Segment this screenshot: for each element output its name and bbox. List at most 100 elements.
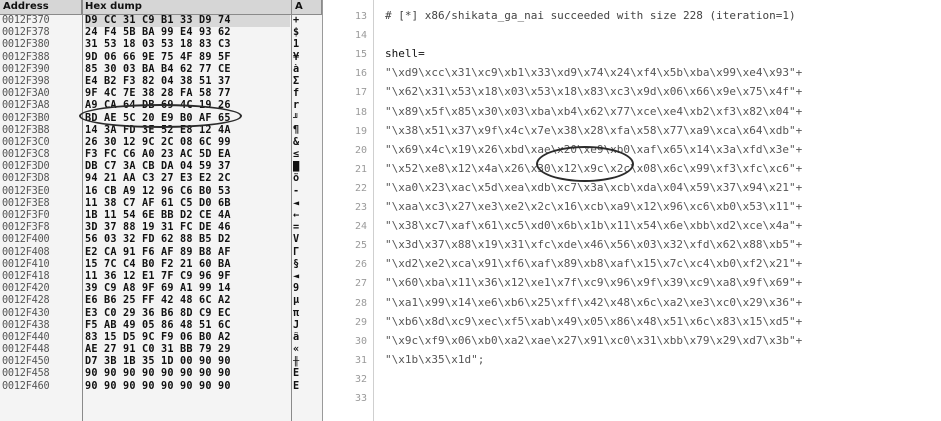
hex-dump-row[interactable]: 0012F390 85 30 03 BA B4 62 77 CE à — [0, 64, 322, 76]
row-ascii: Γ — [293, 246, 300, 258]
row-ascii: r — [293, 100, 300, 112]
line-number: 22 — [354, 182, 367, 194]
code-line[interactable]: shell= — [385, 47, 939, 60]
row-address: 0012F418 — [2, 270, 50, 282]
line-number: 17 — [354, 87, 367, 99]
code-line[interactable]: "\x60\xba\x11\x36\x12\xe1\x7f\xc9\x96\x9… — [385, 276, 939, 289]
hex-dump-row[interactable]: 0012F388 9D 06 66 9E 75 4F 89 5F ¥ — [0, 52, 322, 64]
row-hex-bytes: 1B 11 54 6E BB D2 CE 4A — [85, 210, 231, 221]
row-hex-bytes: 94 21 AA C3 27 E3 E2 2C — [85, 173, 231, 185]
row-address: 0012F3A8 — [2, 100, 50, 112]
line-number-gutter: 13 14 15 16 17 18 19 20 21 22 23 24 25 26 27 28 29 30 31 32… — [327, 0, 374, 421]
hex-dump-row[interactable]: 0012F448 AE 27 91 C0 31 BB 79 29 « — [0, 344, 322, 356]
line-number: 33 — [354, 393, 367, 404]
row-address: 0012F438 — [2, 319, 50, 331]
hex-dump-row[interactable]: 0012F3F8 3D 37 88 19 31 FC DE 46 = — [0, 222, 322, 234]
line-number: 23 — [354, 202, 367, 213]
row-hex-bytes: 90 90 90 90 90 90 90 90 — [85, 368, 231, 380]
hex-dump-row[interactable]: 0012F380 31 53 18 03 53 18 83 C3 1 — [0, 39, 322, 51]
line-number: 19 — [354, 125, 367, 137]
hex-dump-row[interactable]: 0012F408 E2 CA 91 F6 AF 89 B8 AF Γ — [0, 247, 322, 259]
hex-dump-row[interactable]: 0012F440 83 15 D5 9C F9 06 B0 A2 â — [0, 332, 322, 344]
row-ascii: ◄ — [293, 197, 300, 209]
code-line[interactable]: "\x1b\x35\x1d"; — [385, 353, 939, 366]
row-ascii: + — [293, 15, 300, 26]
row-hex-bytes: 16 CB A9 12 96 C6 B0 53 — [85, 185, 231, 197]
source-highlight-ellipse — [536, 146, 634, 182]
address-column-header[interactable]: Address — [0, 0, 82, 14]
line-number: 32 — [354, 373, 367, 385]
line-number: 16 — [354, 68, 367, 80]
row-address: 0012F3C8 — [2, 149, 50, 161]
row-address: 0012F388 — [2, 51, 50, 63]
row-ascii: 1 — [293, 39, 300, 51]
row-ascii: = — [293, 222, 300, 234]
hex-dump-row[interactable]: 0012F3E8 11 38 C7 AF 61 C5 D0 6B ◄ — [0, 198, 322, 210]
hex-dump-row[interactable]: 0012F370 D9 CC 31 C9 B1 33 D9 74 + — [0, 15, 322, 28]
row-ascii: É — [293, 368, 300, 380]
row-address: 0012F428 — [2, 295, 50, 307]
code-line[interactable]: "\x89\x5f\x85\x30\x03\xba\xb4\x62\x77\xc… — [385, 105, 939, 118]
hex-dump-row[interactable]: 0012F3D8 94 21 AA C3 27 E3 E2 2C ö — [0, 173, 322, 185]
row-address: 0012F3C0 — [2, 136, 50, 148]
source-editor-pane[interactable]: 13 14 15 16 17 18 19 20 21 22 23 24 25 26 27 28 29 30 31 32… — [327, 0, 941, 421]
hex-dump-row[interactable]: 0012F418 11 36 12 E1 7F C9 96 9F ◄ — [0, 271, 322, 283]
hex-dump-row[interactable]: 0012F378 24 F4 5B BA 99 E4 93 62 $ — [0, 27, 322, 39]
hex-dump-row[interactable]: 0012F398 E4 B2 F3 82 04 38 51 37 Σ — [0, 76, 322, 88]
hex-dump-row[interactable]: 0012F410 15 7C C4 B0 F2 21 60 BA § — [0, 259, 322, 271]
code-line[interactable]: # [*] x86/shikata_ga_nai succeeded with … — [385, 9, 939, 22]
row-hex-bytes: 3D 37 88 19 31 FC DE 46 — [85, 222, 231, 234]
hex-dump-row[interactable]: 0012F3F0 1B 11 54 6E BB D2 CE 4A ← — [0, 210, 322, 222]
hex-dump-column-header[interactable]: Hex dump — [82, 0, 292, 14]
hex-dump-pane[interactable]: Address Hex dump A 0012F370 D9 CC 31 C9 B… — [0, 0, 323, 421]
hex-dump-row[interactable]: 0012F400 56 03 32 FD 62 88 B5 D2 V — [0, 234, 322, 246]
row-address: 0012F3F0 — [2, 210, 50, 221]
line-number: 24 — [354, 221, 367, 233]
code-line[interactable]: "\xa0\x23\xac\x5d\xea\xdb\xc7\x3a\xcb\xd… — [385, 181, 939, 194]
hex-dump-row[interactable]: 0012F3D0 DB C7 3A CB DA 04 59 37 █ — [0, 161, 322, 173]
code-line[interactable]: "\xd9\xcc\x31\xc9\xb1\x33\xd9\x74\x24\xf… — [385, 66, 939, 79]
code-line[interactable]: "\x9c\xf9\x06\xb0\xa2\xae\x27\x91\xc0\x3… — [385, 334, 939, 347]
code-line[interactable]: "\xd2\xe2\xca\x91\xf6\xaf\x89\xb8\xaf\x1… — [385, 257, 939, 270]
ascii-column-header[interactable]: A — [292, 0, 322, 14]
code-line[interactable]: "\xa1\x99\x14\xe6\xb6\x25\xff\x42\x48\x6… — [385, 296, 939, 309]
hex-dump-row[interactable]: 0012F430 E3 C0 29 36 B6 8D C9 EC π — [0, 308, 322, 320]
hex-dump-row[interactable]: 0012F428 E6 B6 25 FF 42 48 6C A2 µ — [0, 295, 322, 307]
row-hex-bytes: 31 53 18 03 53 18 83 C3 — [85, 39, 231, 51]
hex-dump-row[interactable]: 0012F3C0 26 30 12 9C 2C 08 6C 99 & — [0, 137, 322, 149]
row-address: 0012F440 — [2, 331, 50, 343]
hex-dump-row[interactable]: 0012F3C8 F3 FC C6 A0 23 AC 5D EA ≤ — [0, 149, 322, 161]
row-hex-bytes: 11 38 C7 AF 61 C5 D0 6B — [85, 197, 231, 209]
code-line[interactable]: "\x38\x51\x37\x9f\x4c\x7e\x38\x28\xfa\x5… — [385, 124, 939, 137]
code-line[interactable]: "\xaa\xc3\x27\xe3\xe2\x2c\x16\xcb\xa9\x1… — [385, 200, 939, 213]
code-line[interactable]: "\x52\xe8\x12\x4a\x26\x30\x12\x9c\x2c\x0… — [385, 162, 939, 175]
code-line[interactable]: "\x69\x4c\x19\x26\xbd\xae\x20\xe9\xb0\xa… — [385, 143, 939, 156]
hex-dump-row[interactable]: 0012F420 39 C9 A8 9F 69 A1 99 14 9 — [0, 283, 322, 295]
hex-dump-row[interactable]: 0012F450 D7 3B 1B 35 1D 00 90 90 ╫ — [0, 356, 322, 368]
hex-dump-row[interactable]: 0012F3E0 16 CB A9 12 96 C6 B0 53 - — [0, 186, 322, 198]
row-hex-bytes: 9D 06 66 9E 75 4F 89 5F — [85, 51, 231, 63]
row-hex-bytes: D9 CC 31 C9 B1 33 D9 74 — [85, 15, 290, 28]
row-address: 0012F458 — [2, 368, 50, 380]
line-number: 15 — [354, 49, 367, 61]
hex-dump-row[interactable]: 0012F458 90 90 90 90 90 90 90 90 É — [0, 368, 322, 380]
row-hex-bytes: 24 F4 5B BA 99 E4 93 62 — [85, 27, 231, 39]
hex-dump-row[interactable]: 0012F438 F5 AB 49 05 86 48 51 6C J — [0, 320, 322, 332]
row-address: 0012F460 — [2, 380, 50, 392]
hex-dump-highlight-ellipse — [79, 104, 242, 128]
hex-dump-row[interactable]: 0012F460 90 90 90 90 90 90 90 90 É — [0, 381, 322, 393]
hex-dump-row[interactable]: 0012F3A0 9F 4C 7E 38 28 FA 58 77 f — [0, 88, 322, 100]
line-number: 30 — [354, 335, 367, 347]
row-ascii: ¶ — [293, 124, 300, 136]
code-line[interactable]: "\x3d\x37\x88\x19\x31\xfc\xde\x46\x56\x0… — [385, 238, 939, 251]
row-ascii: V — [293, 234, 300, 246]
row-address: 0012F3D0 — [2, 161, 50, 173]
row-address: 0012F3D8 — [2, 173, 50, 185]
row-address: 0012F390 — [2, 63, 50, 75]
row-address: 0012F408 — [2, 246, 50, 258]
row-ascii: ╫ — [293, 356, 300, 368]
code-line[interactable]: "\x62\x31\x53\x18\x03\x53\x18\x83\xc3\x9… — [385, 85, 939, 98]
code-line[interactable]: "\x38\xc7\xaf\x61\xc5\xd0\x6b\x1b\x11\x5… — [385, 219, 939, 232]
row-ascii: É — [293, 380, 300, 392]
code-line[interactable]: "\xb6\x8d\xc9\xec\xf5\xab\x49\x05\x86\x4… — [385, 315, 939, 328]
